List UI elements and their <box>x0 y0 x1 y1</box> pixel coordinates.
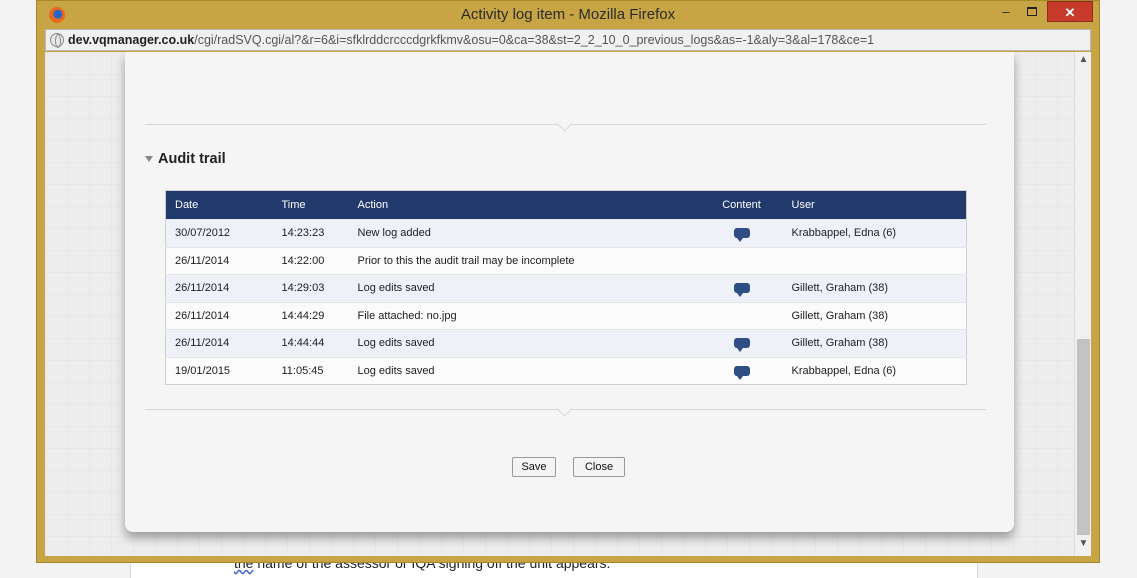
cell-user <box>782 246 967 275</box>
cell-user: Gillett, Graham (38) <box>782 301 967 330</box>
cell-content[interactable] <box>700 329 783 357</box>
cell-content[interactable] <box>700 219 783 247</box>
cell-action: Prior to this the audit trail may be inc… <box>348 246 701 275</box>
cell-user: Gillett, Graham (38) <box>782 274 967 302</box>
maximize-button[interactable] <box>1019 1 1045 22</box>
cell-content[interactable] <box>700 274 783 302</box>
column-header-user: User <box>782 190 967 220</box>
close-button[interactable]: Close <box>573 457 625 477</box>
url-path: /cgi/radSVQ.cgi/al?&r=6&i=sfklrddcrcccdg… <box>194 33 875 47</box>
scroll-up-arrow-icon[interactable]: ▲ <box>1075 54 1091 70</box>
cell-date: 26/11/2014 <box>165 301 273 330</box>
cell-date: 26/11/2014 <box>165 274 273 302</box>
scroll-down-arrow-icon[interactable]: ▼ <box>1075 538 1091 554</box>
column-header-content: Content <box>700 190 783 220</box>
page-content: Audit trail Date Time Action Content Use… <box>45 52 1091 556</box>
scroll-thumb[interactable] <box>1077 339 1090 535</box>
audit-trail-title: Audit trail <box>158 151 226 167</box>
comment-icon[interactable] <box>733 228 750 243</box>
cell-date: 19/01/2015 <box>165 356 273 385</box>
audit-trail-table: Date Time Action Content User 30/07/2012… <box>165 190 967 385</box>
cell-action: File attached: no.jpg <box>348 301 701 330</box>
cell-time: 14:29:03 <box>272 274 349 302</box>
column-header-date: Date <box>165 190 273 220</box>
section-divider-bottom <box>145 409 986 410</box>
cell-content <box>700 301 783 330</box>
collapse-triangle-icon[interactable] <box>145 156 153 163</box>
close-window-button[interactable]: ✕ <box>1047 1 1093 22</box>
table-row: 30/07/2012 14:23:23 New log added Krabbappe… <box>165 219 967 247</box>
table-row: 19/01/2015 11:05:45 Log edits saved Krabbap… <box>165 356 967 385</box>
comment-icon[interactable] <box>733 338 750 353</box>
url-host: dev.vqmanager.co.uk <box>68 33 195 47</box>
maximize-icon <box>1027 7 1037 16</box>
window-title: Activity log item - Mozilla Firefox <box>460 6 676 23</box>
vertical-scrollbar[interactable]: ▲ ▼ <box>1074 52 1091 556</box>
audit-trail-header[interactable]: Audit trail <box>145 151 226 167</box>
cell-content <box>700 246 783 275</box>
section-divider-top <box>145 124 986 125</box>
cell-time: 14:44:44 <box>272 329 349 357</box>
globe-icon <box>50 33 64 48</box>
window-titlebar[interactable]: Activity log item - Mozilla Firefox – ✕ <box>37 1 1099 29</box>
column-header-action: Action <box>348 190 701 220</box>
activity-log-dialog: Audit trail Date Time Action Content Use… <box>125 52 1014 532</box>
save-button[interactable]: Save <box>512 457 556 477</box>
cell-time: 14:44:29 <box>272 301 349 330</box>
table-header-row: Date Time Action Content User <box>165 190 967 220</box>
cell-action: Log edits saved <box>348 329 701 357</box>
table-row: 26/11/2014 14:44:29 File attached: no.jpg G… <box>165 301 967 330</box>
table-row: 26/11/2014 14:44:44 Log edits saved Gillett… <box>165 329 967 357</box>
cell-user: Krabbappel, Edna (6) <box>782 219 967 247</box>
cell-user: Gillett, Graham (38) <box>782 329 967 357</box>
comment-icon[interactable] <box>733 365 750 380</box>
cell-date: 30/07/2012 <box>165 219 273 247</box>
cell-action: Log edits saved <box>348 356 701 385</box>
cell-action: New log added <box>348 219 701 247</box>
table-row: 26/11/2014 14:22:00 Prior to this the audi… <box>165 246 967 275</box>
cell-content[interactable] <box>700 356 783 385</box>
comment-icon[interactable] <box>733 283 750 298</box>
firefox-window: Activity log item - Mozilla Firefox – ✕ … <box>36 0 1100 563</box>
cell-action: Log edits saved <box>348 274 701 302</box>
cell-time: 14:23:23 <box>272 219 349 247</box>
cell-time: 14:22:00 <box>272 246 349 275</box>
audit-trail-rows: 30/07/2012 14:23:23 New log added Krabbappe… <box>165 219 967 385</box>
url-text[interactable]: dev.vqmanager.co.uk/cgi/radSVQ.cgi/al?&r… <box>68 33 874 47</box>
table-row: 26/11/2014 14:29:03 Log edits saved Gillett… <box>165 274 967 302</box>
url-bar[interactable]: dev.vqmanager.co.uk/cgi/radSVQ.cgi/al?&r… <box>45 29 1091 51</box>
cell-date: 26/11/2014 <box>165 329 273 357</box>
minimize-button[interactable]: – <box>993 1 1019 22</box>
cell-time: 11:05:45 <box>272 356 349 385</box>
cell-user: Krabbappel, Edna (6) <box>782 356 967 385</box>
cell-date: 26/11/2014 <box>165 246 273 275</box>
column-header-time: Time <box>272 190 349 220</box>
